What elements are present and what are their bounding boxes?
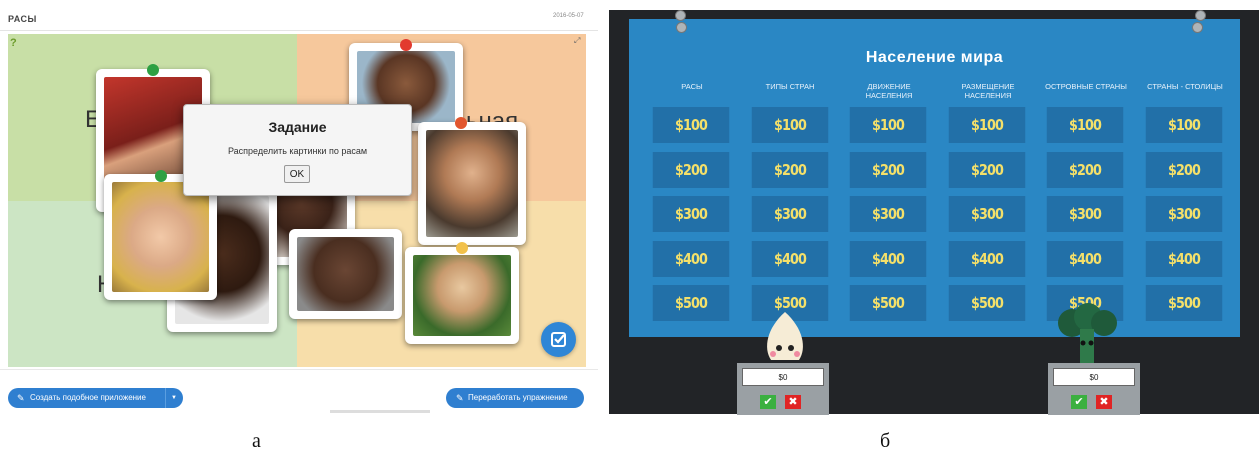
- board-title: Население мира: [865, 49, 1004, 66]
- broccoli-character-icon: [1058, 303, 1117, 363]
- wrong-cross-button[interactable]: ✖: [785, 395, 801, 409]
- rework-exercise-button[interactable]: ✎ Переработать упражнение: [446, 388, 584, 408]
- app-title: РАСЫ: [8, 14, 37, 24]
- question-cell[interactable]: $400: [652, 240, 730, 277]
- category-country-types: ТИПЫ СТРАН: [765, 82, 815, 91]
- category-races: РАСЫ: [681, 82, 703, 91]
- left-app-window: РАСЫ 2016-05-07 Е Н ьная ? ⤢: [0, 0, 598, 418]
- question-cell[interactable]: $200: [652, 151, 730, 188]
- fullscreen-icon[interactable]: ⤢: [574, 36, 580, 46]
- rework-button-label: Переработать упражнение: [468, 393, 568, 402]
- person-photo: [112, 182, 209, 292]
- question-cell[interactable]: $300: [1145, 196, 1223, 232]
- task-dialog: Задание Распределить картинки по расам O…: [183, 104, 412, 196]
- edit-icon: ✎: [17, 393, 25, 403]
- category-population-distribution: РАЗМЕЩЕНИЕ НАСЕЛЕНИЯ: [961, 82, 1015, 100]
- question-cell[interactable]: $300: [1047, 196, 1124, 232]
- chain-link-icon: [1195, 10, 1206, 21]
- help-icon[interactable]: ?: [10, 37, 17, 49]
- question-cell[interactable]: $500: [849, 285, 927, 321]
- question-cell[interactable]: $500: [948, 285, 1026, 321]
- footer-divider: [0, 369, 598, 370]
- photo-card[interactable]: [418, 122, 526, 245]
- question-cell[interactable]: $200: [849, 151, 927, 188]
- photo-card[interactable]: [289, 229, 402, 319]
- question-cell[interactable]: $300: [652, 196, 730, 232]
- checkbox-edit-icon: [551, 332, 566, 347]
- question-cell[interactable]: $200: [1047, 151, 1124, 188]
- question-cell[interactable]: $300: [751, 196, 828, 232]
- question-cell[interactable]: $100: [652, 107, 730, 143]
- player-score-field: $0: [742, 368, 824, 386]
- caret-down-icon[interactable]: ▼: [171, 388, 177, 408]
- photo-card[interactable]: [405, 247, 519, 344]
- green-pin-icon: [155, 170, 167, 182]
- question-cell[interactable]: $100: [1145, 107, 1223, 143]
- ok-button[interactable]: OK: [284, 165, 310, 183]
- right-game-window: Население мира РАСЫ ТИПЫ СТРАН ДВИЖЕНИЕ …: [609, 10, 1259, 415]
- question-cell[interactable]: $200: [948, 151, 1026, 188]
- create-button-label: Создать подобное приложение: [30, 393, 146, 402]
- onion-character-icon: [767, 312, 803, 360]
- question-cell[interactable]: $200: [751, 151, 828, 188]
- question-cell[interactable]: $400: [849, 240, 927, 277]
- dialog-text: Распределить картинки по расам: [227, 146, 368, 156]
- red-pin-icon: [400, 39, 412, 51]
- scroll-hint: [330, 410, 430, 413]
- question-cell[interactable]: $500: [652, 285, 730, 321]
- dialog-title: Задание: [268, 119, 327, 135]
- header-divider: [0, 30, 598, 31]
- correct-check-button[interactable]: ✔: [760, 395, 776, 409]
- green-pin-icon: [147, 64, 159, 76]
- pencil-icon: ✎: [456, 393, 464, 403]
- question-cell[interactable]: $400: [1145, 240, 1223, 277]
- category-countries-capitals: СТРАНЫ - СТОЛИЦЫ: [1147, 82, 1223, 91]
- chain-link-icon: [1192, 22, 1203, 33]
- question-cell[interactable]: $400: [1047, 240, 1124, 277]
- question-cell[interactable]: $100: [751, 107, 828, 143]
- question-cell[interactable]: $500: [1145, 285, 1223, 321]
- player-podium: $0 ✔ ✖: [737, 363, 829, 415]
- check-answer-button[interactable]: [541, 322, 576, 357]
- button-divider: [165, 388, 166, 408]
- player-podium: $0 ✔ ✖: [1048, 363, 1140, 415]
- person-photo: [413, 255, 511, 336]
- question-cell[interactable]: $100: [1047, 107, 1124, 143]
- chain-link-icon: [676, 22, 687, 33]
- question-cell[interactable]: $400: [751, 240, 828, 277]
- question-cell[interactable]: $300: [849, 196, 927, 232]
- person-photo: [426, 130, 518, 237]
- question-cell[interactable]: $400: [948, 240, 1026, 277]
- question-cell[interactable]: $100: [948, 107, 1026, 143]
- question-cell[interactable]: $200: [1145, 151, 1223, 188]
- question-cell[interactable]: $100: [849, 107, 927, 143]
- player-score-field: $0: [1053, 368, 1135, 386]
- person-photo: [297, 237, 394, 311]
- correct-check-button[interactable]: ✔: [1071, 395, 1087, 409]
- create-similar-app-button[interactable]: ✎ Создать подобное приложение ▼: [8, 388, 183, 408]
- question-cell[interactable]: $300: [948, 196, 1026, 232]
- orange-pin-icon: [455, 117, 467, 129]
- jeopardy-board: Население мира РАСЫ ТИПЫ СТРАН ДВИЖЕНИЕ …: [629, 19, 1240, 337]
- app-date: 2016-05-07: [553, 13, 584, 19]
- chain-link-icon: [675, 10, 686, 21]
- category-island-countries: ОСТРОВНЫЕ СТРАНЫ: [1045, 82, 1127, 91]
- yellow-pin-icon: [456, 242, 468, 254]
- category-population-movement: ДВИЖЕНИЕ НАСЕЛЕНИЯ: [865, 82, 913, 100]
- wrong-cross-button[interactable]: ✖: [1096, 395, 1112, 409]
